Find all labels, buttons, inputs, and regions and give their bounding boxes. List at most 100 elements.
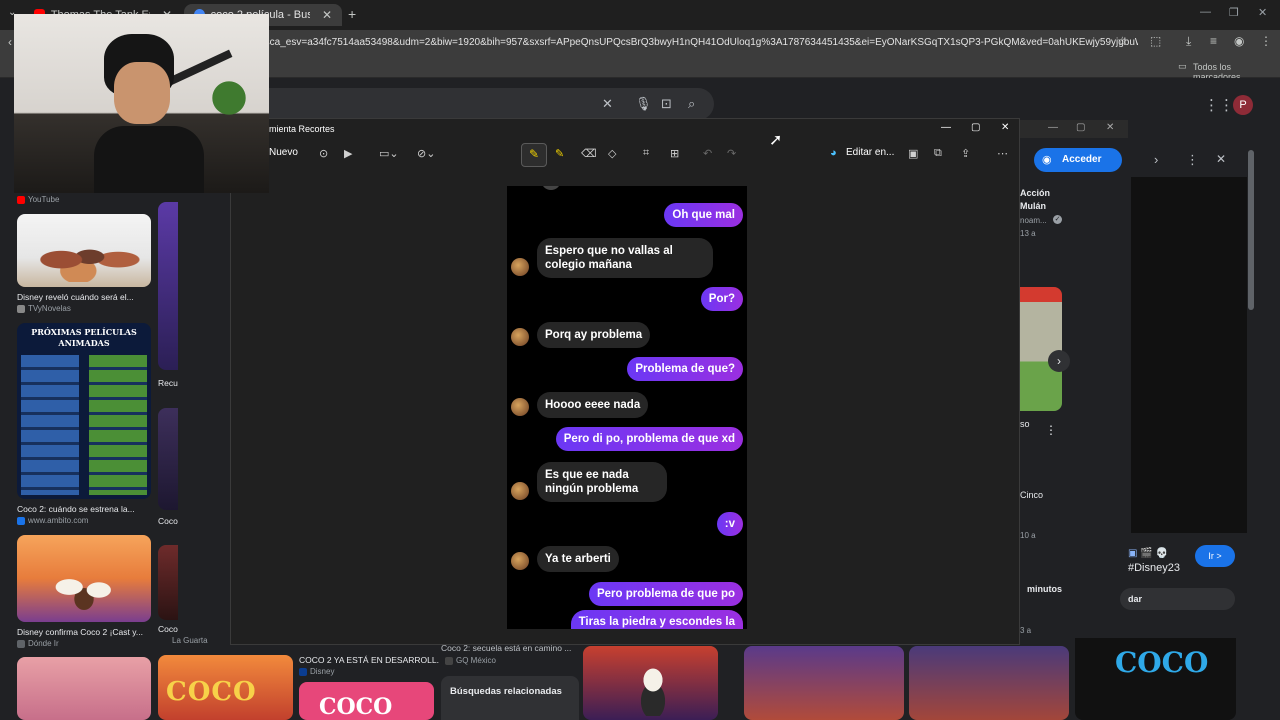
eraser-icon[interactable]: ⌫ — [581, 147, 597, 160]
result-caption[interactable]: Coco 2: cuándo se estrena la... — [17, 504, 151, 514]
avatar — [511, 552, 529, 570]
result-image[interactable] — [158, 408, 178, 510]
close-icon[interactable]: ✕ — [1216, 152, 1226, 166]
hashtag[interactable]: #Disney23 — [1128, 562, 1180, 574]
edit-in-button[interactable]: Editar en... — [846, 147, 894, 158]
snip-mode-icon[interactable]: ▭⌄ — [379, 147, 399, 160]
share-icon[interactable]: ⇪ — [961, 147, 970, 160]
forward-icon[interactable]: › — [1154, 152, 1158, 167]
new-tab-button[interactable]: + — [348, 6, 356, 22]
new-snip-button[interactable]: Nuevo — [269, 147, 298, 158]
minimize-icon[interactable]: — — [1048, 122, 1058, 133]
more-options-icon[interactable]: ⋮ — [1186, 152, 1199, 168]
result-image[interactable] — [158, 202, 178, 370]
result-image[interactable] — [17, 535, 151, 622]
result-source[interactable]: La Guarta — [172, 636, 212, 645]
login-button[interactable]: ◉ Acceder — [1034, 148, 1122, 172]
result-image[interactable]: COCO — [158, 655, 293, 720]
result-image[interactable] — [158, 545, 178, 620]
close-icon[interactable]: ✕ — [1001, 122, 1009, 133]
result-caption[interactable]: Disney reveló cuándo será el... — [17, 292, 151, 302]
profile-icon[interactable]: ◉ — [1234, 34, 1244, 48]
text-actions-icon[interactable]: ⊞ — [670, 147, 679, 160]
maximize-icon[interactable]: ▢ — [971, 122, 980, 133]
crop-icon[interactable]: ⌗ — [643, 147, 649, 160]
scrollbar-thumb[interactable] — [1248, 150, 1254, 310]
result-caption[interactable]: Coco — [158, 516, 180, 526]
google-apps-icon[interactable]: ⋮⋮ — [1204, 96, 1234, 114]
undo-icon[interactable]: ↶ — [703, 147, 712, 160]
related-searches-card[interactable]: Búsquedas relacionadas — [441, 676, 579, 720]
minimize-icon[interactable]: — — [1200, 6, 1211, 18]
ballpoint-pen-tool[interactable]: ✎ — [521, 143, 547, 167]
media-icon[interactable]: ≡ — [1210, 34, 1217, 48]
search-icon[interactable]: ⌕ — [688, 96, 695, 112]
result-image[interactable] — [583, 646, 718, 720]
result-source[interactable]: TVyNovelas — [17, 304, 71, 313]
coco-logo-art: COCO — [319, 694, 393, 720]
snipping-tool-window: mienta Recortes — ▢ ✕ Nuevo ⊙ ▶ ▭⌄ ⊘⌄ ✎ … — [230, 118, 1020, 645]
result-image[interactable] — [17, 657, 151, 720]
preview-image[interactable] — [1131, 177, 1247, 533]
minimize-icon[interactable]: — — [941, 122, 951, 133]
chat-message-in: Hoooo eeee nada — [537, 392, 649, 418]
result-caption[interactable]: Recu — [158, 378, 180, 388]
result-image[interactable]: COCO — [299, 682, 434, 720]
panel-item[interactable]: so — [1020, 419, 1030, 429]
save-icon[interactable]: ▣ — [908, 147, 918, 160]
panel-title[interactable]: Mulán — [1020, 201, 1046, 211]
result-image[interactable] — [1020, 287, 1062, 411]
result-caption[interactable]: Disney confirma Coco 2 ¡Cast y... — [17, 627, 151, 637]
avatar — [511, 328, 529, 346]
timer-icon[interactable]: ⊘⌄ — [417, 147, 435, 160]
chat-message-out: Oh que mal — [664, 203, 743, 227]
bookmark-star-icon[interactable]: ☆ — [1117, 34, 1128, 48]
next-arrow-icon[interactable]: › — [1048, 350, 1070, 372]
result-image[interactable]: PRÓXIMAS PELÍCULAS ANIMADAS — [17, 323, 151, 499]
panel-item[interactable]: Cinco — [1020, 490, 1043, 500]
search-input[interactable]: ✕ 🎙 ⊡ ⌕ — [262, 88, 714, 120]
copy-icon[interactable]: ⧉ — [934, 147, 942, 160]
result-caption[interactable]: COCO 2 YA ESTÁ EN DESARROLL... — [299, 655, 439, 665]
lens-icon[interactable]: ⊡ — [661, 96, 672, 112]
result-source[interactable]: Disney — [299, 667, 334, 676]
avatar — [541, 186, 561, 190]
microphone-icon[interactable]: 🎙 — [635, 96, 652, 112]
go-button[interactable]: Ir > — [1195, 545, 1235, 567]
result-source[interactable]: YouTube — [17, 195, 59, 204]
address-bar[interactable]: &sca_esv=a34fc7514aa53498&udm=2&biw=1920… — [258, 33, 1138, 53]
more-options-icon[interactable]: ⋮ — [1045, 423, 1057, 437]
close-icon[interactable]: ✕ — [1106, 122, 1114, 133]
result-image[interactable] — [909, 646, 1069, 720]
result-caption[interactable]: Coco — [158, 624, 180, 634]
video-icon[interactable]: ▶ — [344, 147, 352, 160]
highlighter-icon[interactable]: ✎ — [555, 147, 564, 160]
panel-button[interactable]: dar — [1120, 588, 1235, 610]
camera-icon[interactable]: ⊙ — [319, 147, 328, 160]
maximize-icon[interactable]: ❐ — [1229, 6, 1239, 19]
back-icon[interactable]: ‹ — [8, 35, 12, 49]
close-tab-icon[interactable]: ✕ — [322, 8, 332, 22]
redo-icon[interactable]: ↷ — [727, 147, 736, 160]
menu-kebab-icon[interactable]: ⋮ — [1260, 34, 1272, 48]
download-icon[interactable]: ⤓ — [1186, 34, 1191, 49]
result-source[interactable]: GQ México — [445, 656, 496, 665]
chat-message-out: :v — [716, 512, 743, 536]
result-image[interactable] — [744, 646, 904, 720]
chat-message-in: Porq ay problema — [537, 322, 651, 348]
more-options-icon[interactable]: ⋯ — [997, 147, 1008, 160]
shapes-icon[interactable]: ◇ — [608, 147, 616, 160]
panel-title[interactable]: Acción — [1020, 188, 1050, 198]
result-image[interactable]: COCO — [1075, 628, 1236, 720]
chat-message-out: Tiras la piedra y escondes la — [570, 610, 743, 629]
result-source[interactable]: Dónde Ir — [17, 639, 59, 648]
result-source[interactable]: www.ambito.com — [17, 516, 88, 525]
result-image[interactable] — [17, 214, 151, 287]
panel-item[interactable]: minutos — [1027, 584, 1062, 594]
site-icon — [17, 639, 25, 648]
extensions-icon[interactable]: ⬚ — [1150, 34, 1161, 48]
maximize-icon[interactable]: ▢ — [1076, 122, 1085, 133]
close-window-icon[interactable]: ✕ — [1258, 6, 1267, 19]
avatar[interactable]: P — [1233, 95, 1253, 115]
clear-icon[interactable]: ✕ — [602, 96, 613, 112]
